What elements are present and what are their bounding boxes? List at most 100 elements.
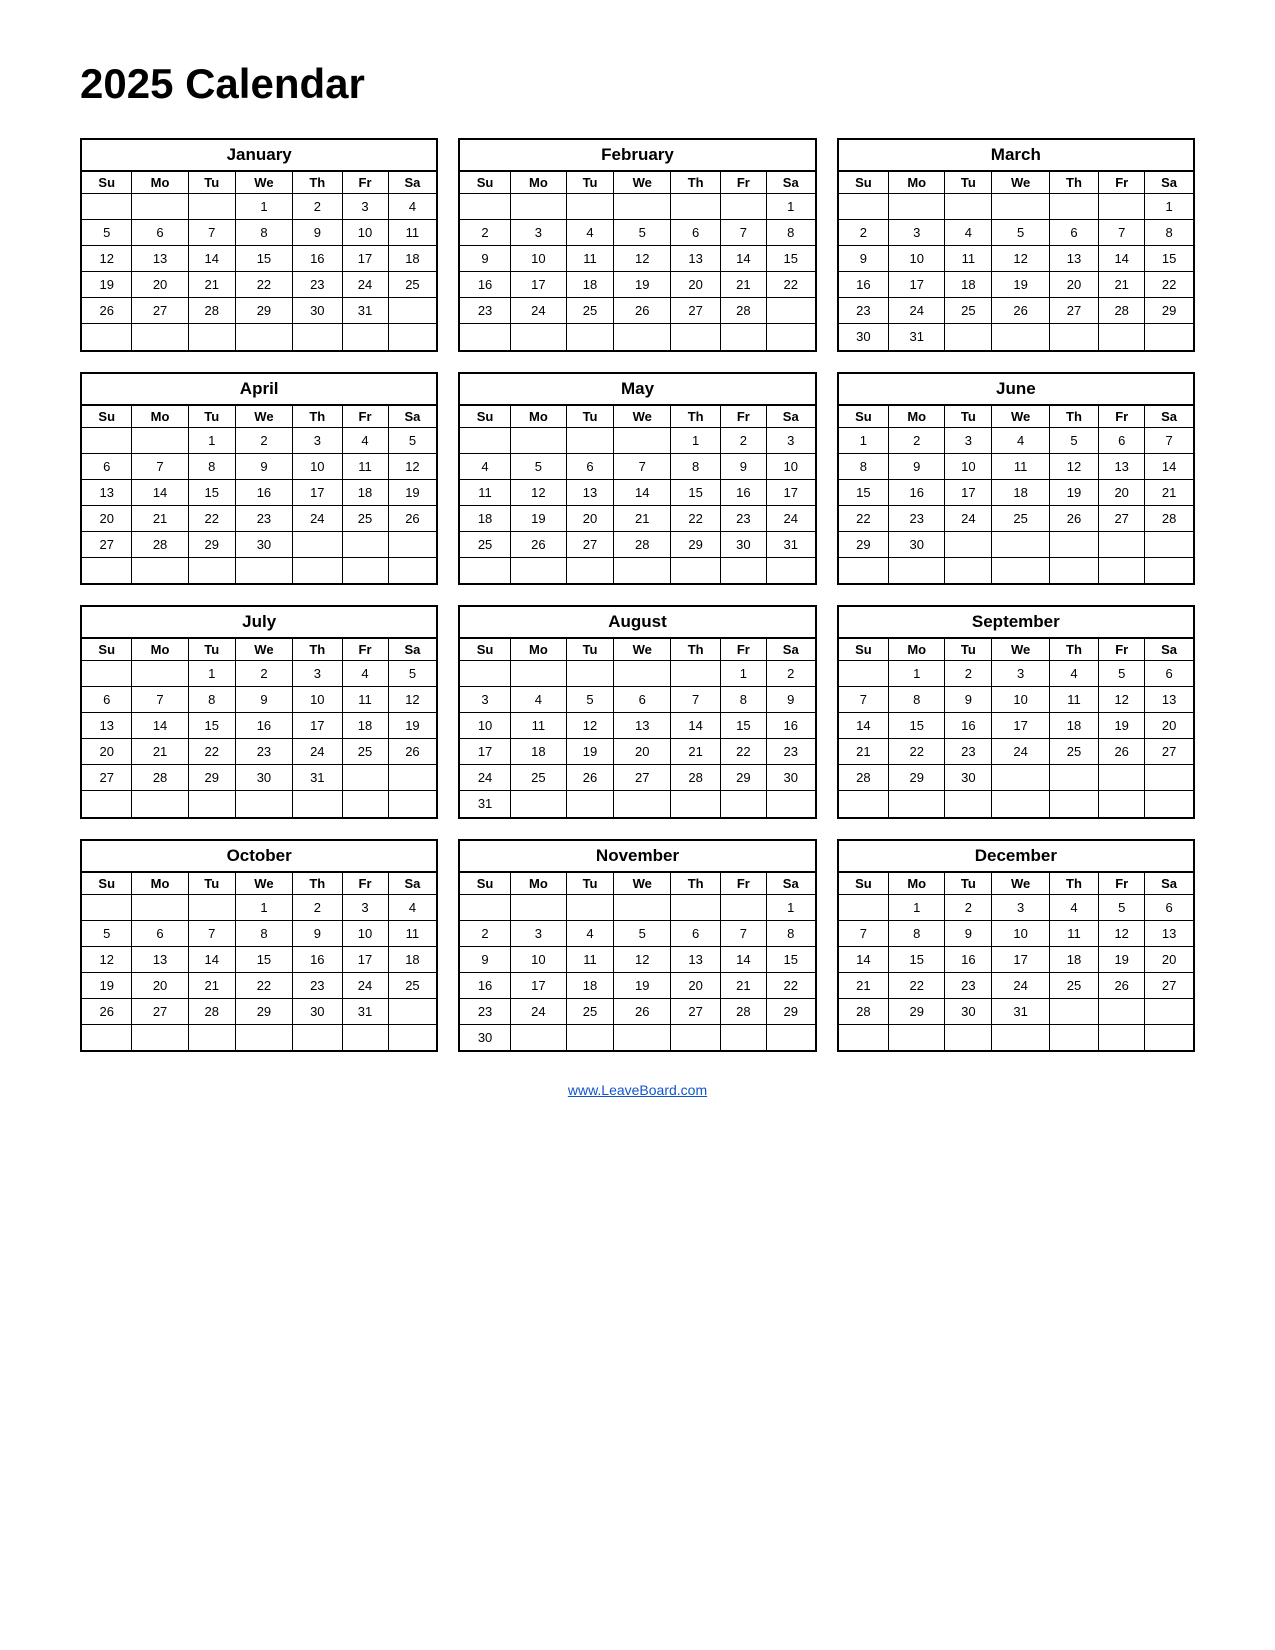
day-cell: 25 <box>342 739 388 765</box>
day-cell: 2 <box>889 427 945 453</box>
day-cell: 17 <box>510 272 566 298</box>
day-cell: 16 <box>945 946 992 972</box>
day-cell: 27 <box>132 298 188 324</box>
day-cell: 25 <box>388 972 436 998</box>
day-cell: 17 <box>460 739 510 765</box>
day-cell: 23 <box>945 739 992 765</box>
day-cell <box>671 791 720 817</box>
day-cell <box>720 194 766 220</box>
day-cell: 4 <box>945 220 992 246</box>
day-cell: 31 <box>992 998 1049 1024</box>
day-header-th: Th <box>293 172 342 194</box>
day-header-fr: Fr <box>342 406 388 428</box>
day-header-fr: Fr <box>1099 639 1145 661</box>
day-cell <box>388 557 436 583</box>
day-cell: 30 <box>945 765 992 791</box>
day-cell: 2 <box>460 920 510 946</box>
week-row: 16171819202122 <box>460 272 814 298</box>
day-header-we: We <box>235 406 292 428</box>
calendar-grid: JanuarySuMoTuWeThFrSa1234567891011121314… <box>80 138 1195 1052</box>
day-cell <box>235 324 292 350</box>
day-cell <box>132 1024 188 1050</box>
day-cell <box>992 531 1049 557</box>
day-cell: 3 <box>342 894 388 920</box>
day-header-th: Th <box>671 172 720 194</box>
day-header-mo: Mo <box>889 406 945 428</box>
day-cell: 24 <box>293 505 342 531</box>
day-header-tu: Tu <box>188 639 235 661</box>
day-cell: 31 <box>342 998 388 1024</box>
day-header-mo: Mo <box>510 406 566 428</box>
day-cell: 20 <box>1145 713 1193 739</box>
day-cell: 16 <box>293 246 342 272</box>
day-cell <box>460 557 510 583</box>
day-cell: 26 <box>1049 505 1098 531</box>
day-cell <box>889 1024 945 1050</box>
day-cell: 25 <box>388 272 436 298</box>
week-row: 1 <box>460 194 814 220</box>
day-cell: 2 <box>945 661 992 687</box>
day-cell <box>1145 557 1193 583</box>
day-cell: 12 <box>1099 687 1145 713</box>
day-cell: 5 <box>1049 427 1098 453</box>
month-title-july: July <box>82 607 436 639</box>
day-cell: 1 <box>235 194 292 220</box>
day-header-we: We <box>992 406 1049 428</box>
day-header-we: We <box>614 639 671 661</box>
day-cell: 12 <box>992 246 1049 272</box>
day-cell: 10 <box>945 453 992 479</box>
day-cell: 28 <box>671 765 720 791</box>
month-june: JuneSuMoTuWeThFrSa1234567891011121314151… <box>837 372 1195 586</box>
day-cell <box>839 557 889 583</box>
day-header-th: Th <box>671 639 720 661</box>
day-cell <box>839 1024 889 1050</box>
day-cell: 11 <box>510 713 566 739</box>
day-cell: 16 <box>720 479 766 505</box>
day-cell <box>342 557 388 583</box>
month-july: JulySuMoTuWeThFrSa1234567891011121314151… <box>80 605 438 819</box>
week-row: 16171819202122 <box>460 972 814 998</box>
day-cell: 7 <box>1099 220 1145 246</box>
day-cell: 14 <box>720 246 766 272</box>
day-cell <box>1049 324 1098 350</box>
day-cell: 25 <box>510 765 566 791</box>
day-cell: 7 <box>720 920 766 946</box>
day-cell: 23 <box>839 298 889 324</box>
day-cell: 4 <box>1049 894 1098 920</box>
day-cell: 26 <box>614 298 671 324</box>
day-cell: 30 <box>766 765 814 791</box>
day-cell: 25 <box>945 298 992 324</box>
day-cell: 24 <box>992 972 1049 998</box>
day-cell <box>1099 531 1145 557</box>
day-cell <box>566 324 613 350</box>
day-header-su: Su <box>82 639 132 661</box>
day-cell: 10 <box>992 687 1049 713</box>
day-cell: 27 <box>1049 298 1098 324</box>
day-cell: 3 <box>945 427 992 453</box>
day-cell: 1 <box>188 661 235 687</box>
day-cell: 13 <box>82 713 132 739</box>
day-header-we: We <box>992 873 1049 895</box>
day-cell: 18 <box>388 246 436 272</box>
day-cell <box>945 791 992 817</box>
day-cell: 11 <box>1049 920 1098 946</box>
day-cell <box>132 427 188 453</box>
day-header-th: Th <box>293 639 342 661</box>
day-header-we: We <box>235 873 292 895</box>
week-row: 22232425262728 <box>839 505 1193 531</box>
day-cell: 28 <box>720 998 766 1024</box>
day-header-tu: Tu <box>566 406 613 428</box>
day-cell: 18 <box>1049 713 1098 739</box>
day-cell: 24 <box>293 739 342 765</box>
day-cell: 19 <box>82 972 132 998</box>
day-cell: 25 <box>992 505 1049 531</box>
day-cell: 29 <box>188 531 235 557</box>
day-cell: 23 <box>293 972 342 998</box>
day-cell <box>766 557 814 583</box>
day-cell: 11 <box>388 220 436 246</box>
day-cell <box>342 791 388 817</box>
day-cell: 21 <box>188 272 235 298</box>
week-row <box>460 557 814 583</box>
week-row: 1234 <box>82 194 436 220</box>
footer-link[interactable]: www.LeaveBoard.com <box>80 1082 1195 1098</box>
